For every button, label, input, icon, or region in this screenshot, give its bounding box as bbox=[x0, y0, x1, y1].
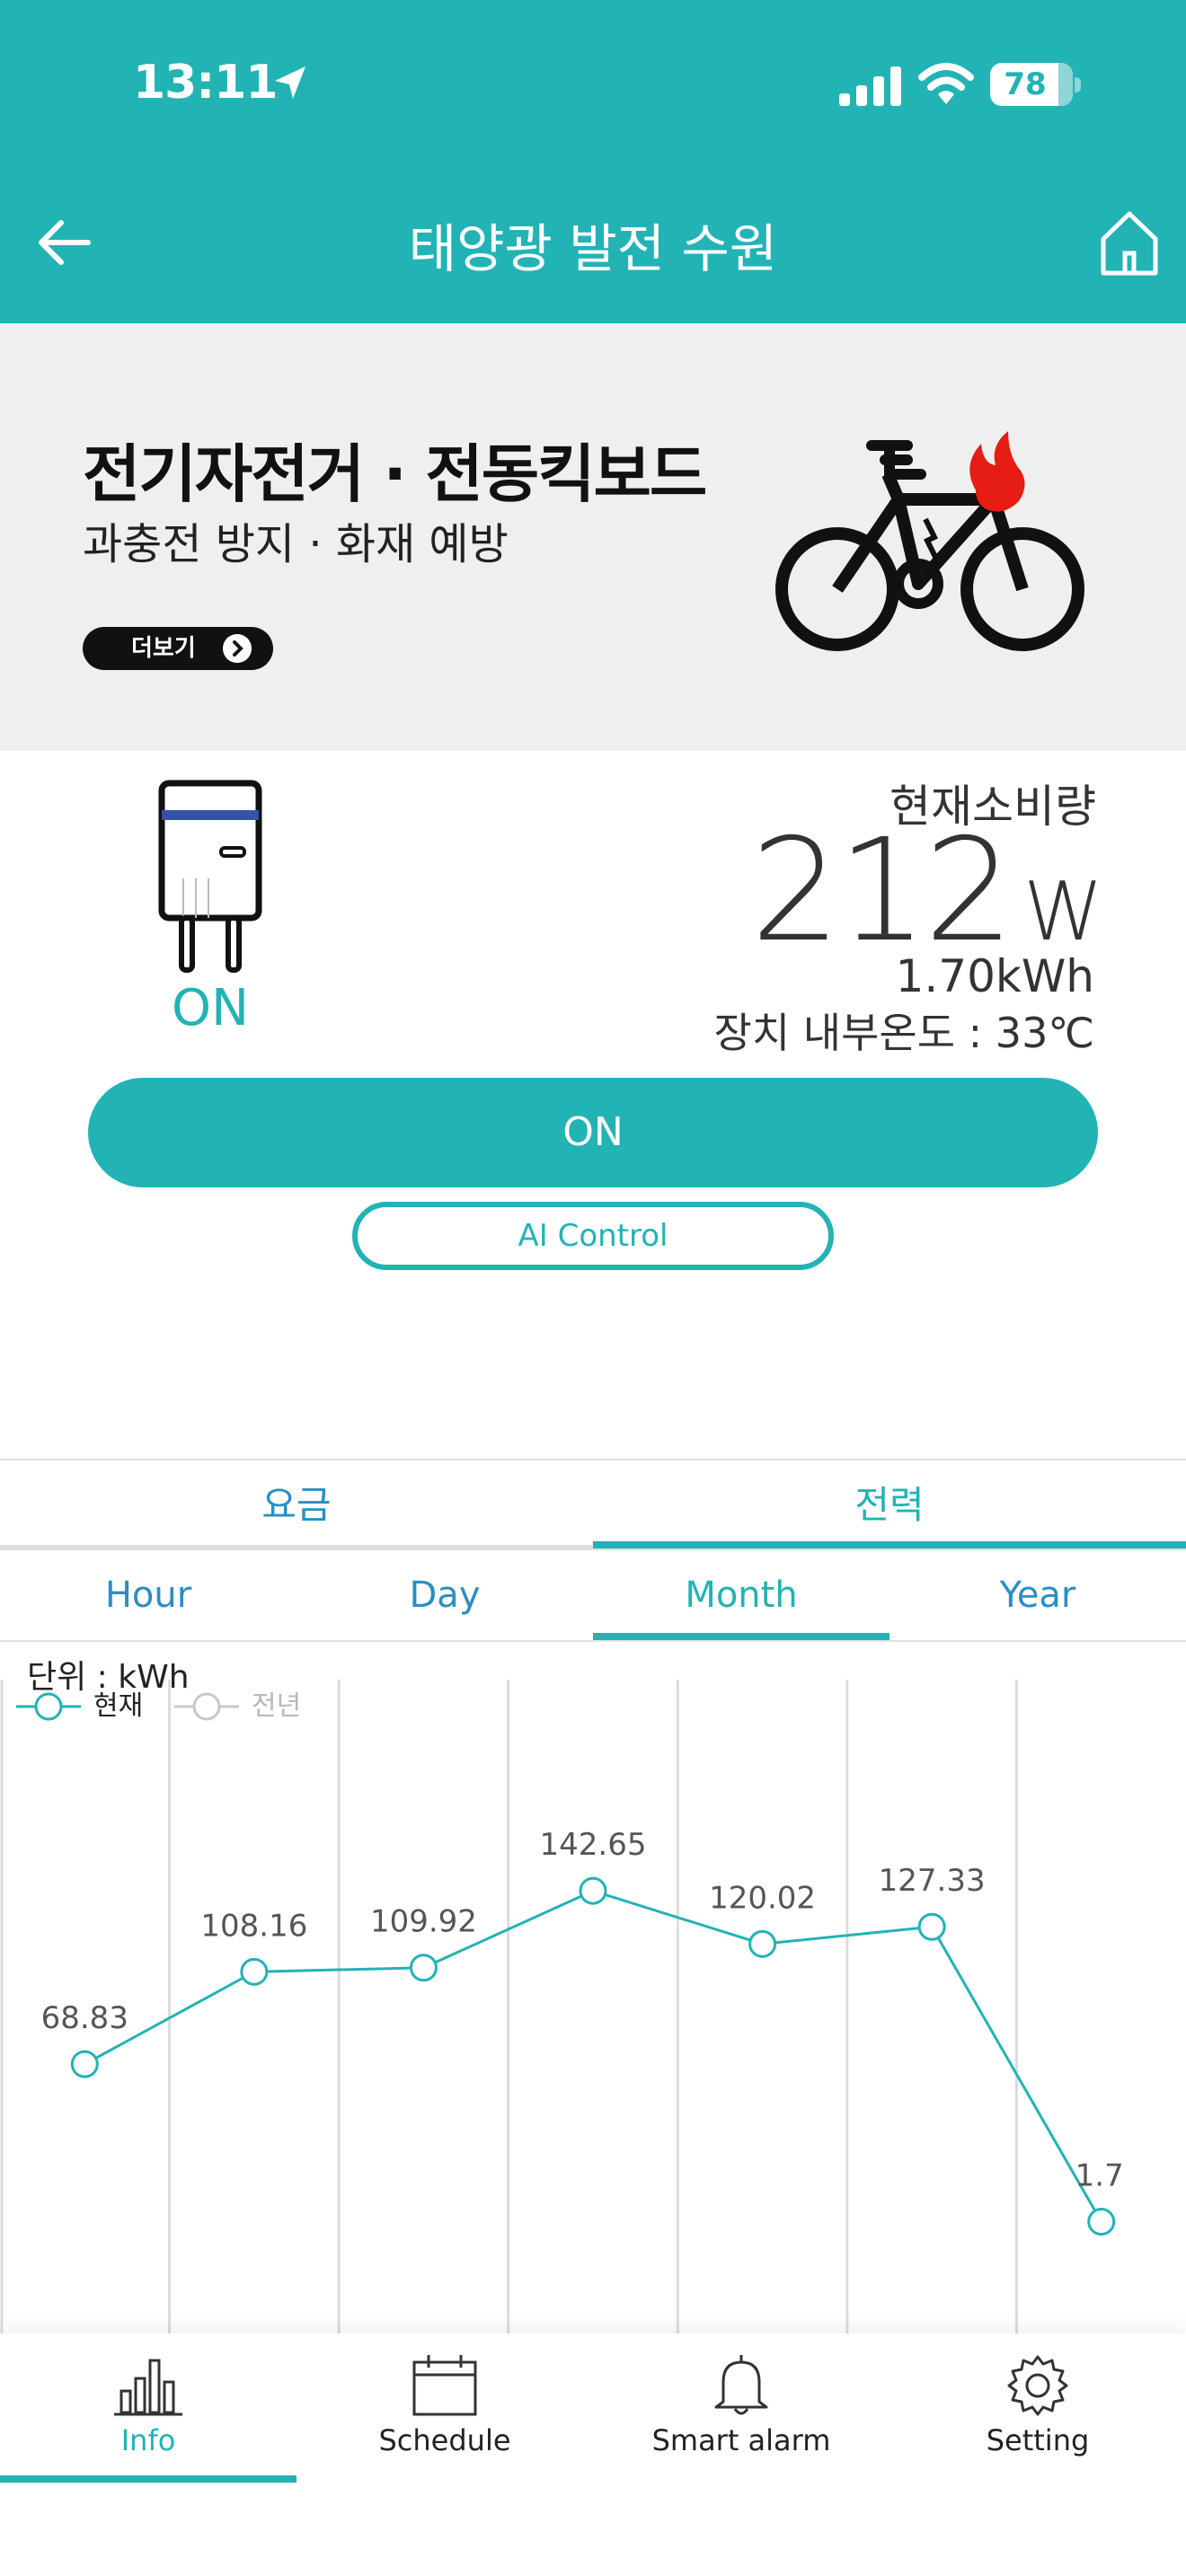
power-value: 212 bbox=[750, 808, 1014, 974]
data-label: 142.65 bbox=[540, 1827, 647, 1863]
data-point bbox=[917, 1912, 946, 1941]
legend-label: 현재 bbox=[93, 1690, 144, 1722]
tab-day[interactable]: Day bbox=[296, 1552, 593, 1638]
nav-label: Schedule bbox=[378, 2423, 511, 2457]
plug-state-label: ON bbox=[172, 979, 249, 1037]
power-toggle-button[interactable]: ON bbox=[88, 1078, 1098, 1187]
nav-label: Info bbox=[120, 2423, 176, 2457]
nav-active-indicator bbox=[0, 2475, 296, 2483]
e-bike-fire-illustration bbox=[775, 431, 1084, 651]
tab-hour[interactable]: Hour bbox=[0, 1552, 296, 1638]
energy-value: 1.70kWh bbox=[895, 950, 1094, 1002]
data-point bbox=[409, 1954, 438, 1982]
data-point bbox=[240, 1957, 269, 1986]
power-chart: 68.83 108.16 109.92 142.65 120.02 127.33 1.7 단… bbox=[0, 1644, 1186, 2335]
page-title: 태양광 발전 수원 bbox=[408, 218, 778, 279]
data-label: 68.83 bbox=[41, 2000, 128, 2036]
power-readout: 212 W bbox=[750, 808, 1103, 974]
chart-canvas: 68.83 108.16 109.92 142.65 120.02 127.33 1.7 bbox=[0, 1680, 1124, 2335]
temperature-text: 장치 내부온도 : 33℃ bbox=[713, 1009, 1094, 1057]
bottom-navigation: Info Schedule Smart alarm Setting bbox=[0, 2333, 1186, 2576]
data-point bbox=[748, 1929, 777, 1958]
gear-icon bbox=[1007, 2355, 1068, 2416]
battery-nub bbox=[1075, 77, 1081, 93]
legend-label: 전년 bbox=[252, 1690, 302, 1722]
period-tab-indicator bbox=[593, 1633, 890, 1640]
period-tab-bar: Hour Day Month Year bbox=[0, 1552, 1186, 1642]
data-label: 108.16 bbox=[200, 1908, 307, 1944]
nav-schedule[interactable]: Schedule bbox=[296, 2333, 593, 2486]
chevron-right-icon bbox=[223, 634, 252, 663]
calendar-icon bbox=[412, 2355, 477, 2416]
wifi-icon bbox=[918, 63, 974, 104]
battery-indicator: 78 bbox=[990, 63, 1073, 106]
tab-month[interactable]: Month bbox=[593, 1552, 890, 1638]
data-label: 109.92 bbox=[370, 1904, 477, 1940]
nav-label: Smart alarm bbox=[651, 2423, 831, 2457]
main-tab-bar: 요금 전력 bbox=[0, 1459, 1186, 1552]
bell-icon bbox=[714, 2355, 768, 2415]
location-arrow-icon bbox=[275, 66, 305, 99]
tab-power[interactable]: 전력 bbox=[593, 1460, 1186, 1550]
nav-setting[interactable]: Setting bbox=[890, 2333, 1186, 2486]
cellular-signal-icon bbox=[839, 66, 901, 106]
status-time: 13:11 bbox=[133, 56, 279, 110]
power-unit: W bbox=[1023, 865, 1103, 959]
data-point bbox=[1087, 2208, 1116, 2236]
promo-banner[interactable]: 전기자전거 · 전동킥보드 과충전 방지 · 화재 예방 더보기 bbox=[0, 323, 1186, 751]
app-header: 13:11 78 태양광 발전 수원 bbox=[0, 0, 1186, 323]
data-point bbox=[579, 1876, 607, 1905]
banner-subtitle: 과충전 방지 · 화재 예방 bbox=[83, 519, 509, 569]
more-button-label: 더보기 bbox=[131, 635, 196, 662]
data-label: 120.02 bbox=[709, 1880, 816, 1916]
tab-fee[interactable]: 요금 bbox=[0, 1460, 593, 1550]
bar-chart-icon bbox=[114, 2359, 182, 2416]
nav-info[interactable]: Info bbox=[0, 2333, 296, 2486]
smart-plug-illustration bbox=[158, 780, 262, 973]
more-button[interactable]: 더보기 bbox=[83, 627, 273, 670]
data-point bbox=[70, 2050, 99, 2078]
data-label: 127.33 bbox=[879, 1863, 986, 1899]
data-label: 1.7 bbox=[1075, 2158, 1124, 2194]
nav-smart-alarm[interactable]: Smart alarm bbox=[593, 2333, 890, 2486]
banner-title: 전기자전거 · 전동킥보드 bbox=[83, 437, 707, 511]
legend-marker-icon bbox=[174, 1692, 239, 1721]
ai-control-button[interactable]: AI Control bbox=[352, 1202, 834, 1270]
legend-marker-icon bbox=[16, 1692, 81, 1721]
main-tab-indicator bbox=[593, 1541, 1186, 1548]
tab-year[interactable]: Year bbox=[890, 1552, 1186, 1638]
battery-level: 78 bbox=[1004, 66, 1047, 102]
home-button[interactable] bbox=[1098, 208, 1161, 278]
nav-label: Setting bbox=[986, 2423, 1090, 2457]
